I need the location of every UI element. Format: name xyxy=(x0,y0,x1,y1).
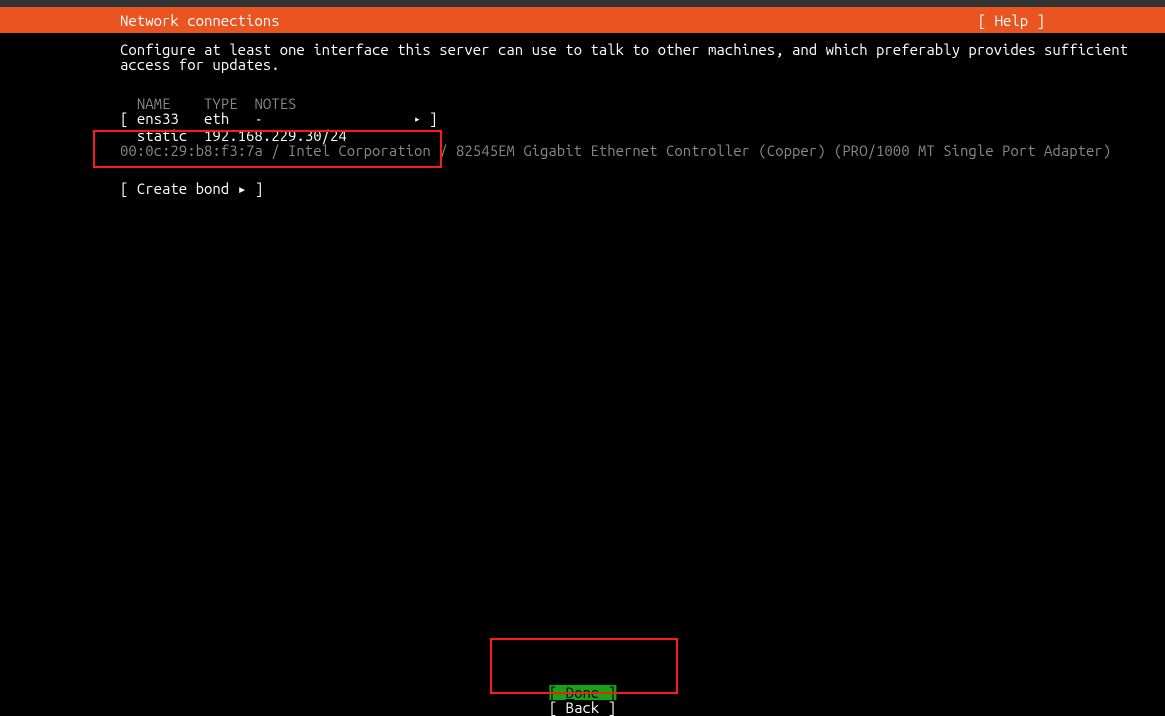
back-bracket-open: [ xyxy=(549,699,566,716)
interface-addr-row: static 192.168.229.30/24 xyxy=(120,128,1045,143)
header-bar: Network connections [ Help ] xyxy=(0,7,1165,33)
help-button[interactable]: [ Help ] xyxy=(978,13,1045,28)
description-line-2: access for updates. xyxy=(120,56,280,73)
window-chrome-top xyxy=(0,0,1165,7)
back-text: Back xyxy=(566,699,608,716)
iface-notes: - xyxy=(254,110,262,127)
footer-buttons: [ Done ] [ Back ] xyxy=(0,679,1165,715)
back-bracket-close: ] xyxy=(608,699,616,716)
done-button[interactable]: [ Done ] xyxy=(549,685,616,700)
chevron-right-icon: ▸ xyxy=(414,114,421,126)
interface-details: 00:0c:29:b8:f3:7a / Intel Corporation / … xyxy=(120,143,1045,158)
interface-row[interactable]: [ ens33 eth - ▸ ] xyxy=(120,111,1045,128)
description-text: Configure at least one interface this se… xyxy=(120,42,1045,72)
interface-table: NAME TYPE NOTES[ ens33 eth - ▸ ] static … xyxy=(120,96,1045,158)
create-bond-button[interactable]: [ Create bond ▸ ] xyxy=(120,181,1045,196)
page-title: Network connections xyxy=(120,13,280,28)
main-content: Configure at least one interface this se… xyxy=(0,42,1165,196)
iface-type: eth xyxy=(204,110,229,127)
back-button[interactable]: [ Back ] xyxy=(549,700,616,715)
iface-name: ens33 xyxy=(137,110,179,127)
column-headers: NAME TYPE NOTES xyxy=(120,96,1045,111)
